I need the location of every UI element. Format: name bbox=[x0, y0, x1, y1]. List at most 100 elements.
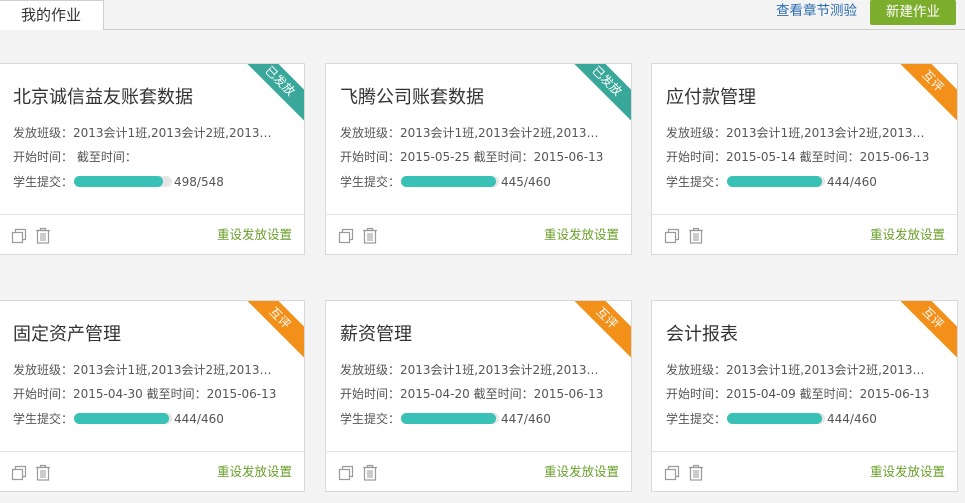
issued-classes-value: 2013会计1班,2013会计2班,2013会计3班 bbox=[400, 363, 610, 377]
homework-card: 互评 应付款管理 发放班级：2013会计1班,2013会计2班,2013会计3班… bbox=[651, 63, 958, 255]
homework-title[interactable]: 应付款管理 bbox=[666, 86, 756, 110]
submission-progress-fill bbox=[74, 413, 169, 424]
reset-issue-settings-link[interactable]: 重设发放设置 bbox=[870, 464, 945, 480]
submission-count: 444/460 bbox=[827, 412, 877, 426]
submission-label: 学生提交： bbox=[13, 412, 74, 426]
time-range: 开始时间：2015-04-09 截至时间：2015-06-13 bbox=[666, 386, 946, 402]
start-time-value: 2015-05-14 bbox=[726, 150, 796, 164]
submission-progress-fill bbox=[727, 176, 822, 187]
issued-classes-value: 2013会计1班,2013会计2班,2013会计3班 bbox=[400, 126, 610, 140]
start-time-value: 2015-04-09 bbox=[726, 387, 796, 401]
issued-classes-value: 2013会计1班,2013会计2班,2013会计3班 bbox=[73, 363, 283, 377]
homework-card: 互评 薪资管理 发放班级：2013会计1班,2013会计2班,2013会计3班 … bbox=[325, 300, 632, 492]
issued-classes-value: 2013会计1班,2013会计2班,2013会计3班 bbox=[73, 126, 283, 140]
trash-icon[interactable] bbox=[362, 464, 378, 481]
top-bar: 我的作业 查看章节测验 新建作业 bbox=[0, 0, 965, 30]
submission-progress-fill bbox=[727, 413, 822, 424]
copy-icon[interactable] bbox=[338, 228, 354, 244]
homework-card: 互评 会计报表 发放班级：2013会计1班,2013会计2班,2013会计3班 … bbox=[651, 300, 958, 492]
end-time-value: 2015-06-13 bbox=[206, 387, 277, 401]
issued-classes-label: 发放班级： bbox=[13, 363, 74, 377]
issued-classes: 发放班级：2013会计1班,2013会计2班,2013会计3班 bbox=[13, 362, 283, 378]
start-time-label: 开始时间： bbox=[666, 150, 727, 164]
submission-count: 444/460 bbox=[827, 175, 877, 189]
trash-icon[interactable] bbox=[362, 227, 378, 244]
submission-progress-bar bbox=[727, 413, 826, 424]
card-footer: 重设发放设置 bbox=[652, 451, 957, 491]
homework-card: 互评 固定资产管理 发放班级：2013会计1班,2013会计2班,2013会计3… bbox=[0, 300, 305, 492]
start-time-value: 2015-04-20 bbox=[400, 387, 470, 401]
homework-title[interactable]: 固定资产管理 bbox=[13, 323, 121, 347]
time-range: 开始时间：2015-05-25 截至时间：2015-06-13 bbox=[340, 149, 620, 165]
issued-classes: 发放班级：2013会计1班,2013会计2班,2013会计3班 bbox=[666, 362, 936, 378]
time-range: 开始时间：2015-04-20 截至时间：2015-06-13 bbox=[340, 386, 620, 402]
status-badge: 互评 bbox=[563, 301, 631, 362]
trash-icon[interactable] bbox=[35, 464, 51, 481]
new-homework-button[interactable]: 新建作业 bbox=[870, 0, 956, 25]
start-time-label: 开始时间： bbox=[13, 150, 74, 164]
tab-my-homework[interactable]: 我的作业 bbox=[0, 0, 104, 30]
issued-classes-label: 发放班级： bbox=[666, 126, 727, 140]
submission-count: 444/460 bbox=[174, 412, 224, 426]
submission-progress-fill bbox=[74, 176, 164, 187]
trash-icon[interactable] bbox=[35, 227, 51, 244]
end-time-value: 2015-06-13 bbox=[533, 150, 604, 164]
homework-title[interactable]: 北京诚信益友账套数据 bbox=[13, 86, 193, 110]
homework-card: 已发放 飞腾公司账套数据 发放班级：2013会计1班,2013会计2班,2013… bbox=[325, 63, 632, 255]
submission-label: 学生提交： bbox=[340, 175, 401, 189]
submission-status: 学生提交： 445/460 bbox=[340, 174, 620, 190]
submission-count: 498/548 bbox=[174, 175, 224, 189]
time-range: 开始时间：2015-04-30 截至时间：2015-06-13 bbox=[13, 386, 293, 402]
end-time-label: 截至时间： bbox=[799, 387, 860, 401]
submission-progress-bar bbox=[74, 413, 173, 424]
homework-title[interactable]: 飞腾公司账套数据 bbox=[340, 86, 484, 110]
card-footer: 重设发放设置 bbox=[326, 451, 631, 491]
start-time-label: 开始时间： bbox=[340, 150, 401, 164]
issued-classes-label: 发放班级： bbox=[666, 363, 727, 377]
submission-status: 学生提交： 444/460 bbox=[666, 174, 946, 190]
start-time-label: 开始时间： bbox=[666, 387, 727, 401]
submission-progress-bar bbox=[74, 176, 173, 187]
end-time-label: 截至时间： bbox=[146, 387, 207, 401]
homework-title[interactable]: 薪资管理 bbox=[340, 323, 412, 347]
submission-status: 学生提交： 498/548 bbox=[13, 174, 293, 190]
reset-issue-settings-link[interactable]: 重设发放设置 bbox=[544, 464, 619, 480]
submission-label: 学生提交： bbox=[666, 175, 727, 189]
status-badge: 互评 bbox=[889, 301, 957, 362]
start-time-label: 开始时间： bbox=[13, 387, 74, 401]
card-footer: 重设发放设置 bbox=[326, 214, 631, 254]
status-badge: 互评 bbox=[236, 301, 304, 362]
copy-icon[interactable] bbox=[11, 465, 27, 481]
issued-classes-label: 发放班级： bbox=[340, 126, 401, 140]
homework-title[interactable]: 会计报表 bbox=[666, 323, 738, 347]
time-range: 开始时间： 截至时间： bbox=[13, 149, 293, 165]
end-time-value: 2015-06-13 bbox=[859, 150, 930, 164]
status-badge: 已发放 bbox=[563, 64, 631, 125]
reset-issue-settings-link[interactable]: 重设发放设置 bbox=[217, 464, 292, 480]
issued-classes-value: 2013会计1班,2013会计2班,2013会计3班 bbox=[726, 126, 936, 140]
submission-label: 学生提交： bbox=[13, 175, 74, 189]
issued-classes: 发放班级：2013会计1班,2013会计2班,2013会计3班 bbox=[340, 362, 610, 378]
trash-icon[interactable] bbox=[688, 464, 704, 481]
status-badge: 已发放 bbox=[236, 64, 304, 125]
reset-issue-settings-link[interactable]: 重设发放设置 bbox=[870, 227, 945, 243]
reset-issue-settings-link[interactable]: 重设发放设置 bbox=[217, 227, 292, 243]
copy-icon[interactable] bbox=[11, 228, 27, 244]
copy-icon[interactable] bbox=[664, 465, 680, 481]
start-time-label: 开始时间： bbox=[340, 387, 401, 401]
trash-icon[interactable] bbox=[688, 227, 704, 244]
end-time-value: 2015-06-13 bbox=[859, 387, 930, 401]
view-chapter-quiz-link[interactable]: 查看章节测验 bbox=[776, 2, 857, 20]
homework-card: 已发放 北京诚信益友账套数据 发放班级：2013会计1班,2013会计2班,20… bbox=[0, 63, 305, 255]
reset-issue-settings-link[interactable]: 重设发放设置 bbox=[544, 227, 619, 243]
issued-classes: 发放班级：2013会计1班,2013会计2班,2013会计3班 bbox=[13, 125, 283, 141]
copy-icon[interactable] bbox=[664, 228, 680, 244]
copy-icon[interactable] bbox=[338, 465, 354, 481]
submission-status: 学生提交： 444/460 bbox=[13, 411, 293, 427]
submission-progress-bar bbox=[727, 176, 826, 187]
end-time-label: 截至时间： bbox=[473, 150, 534, 164]
submission-status: 学生提交： 444/460 bbox=[666, 411, 946, 427]
submission-status: 学生提交： 447/460 bbox=[340, 411, 620, 427]
end-time-label: 截至时间： bbox=[473, 387, 534, 401]
submission-progress-fill bbox=[401, 176, 496, 187]
